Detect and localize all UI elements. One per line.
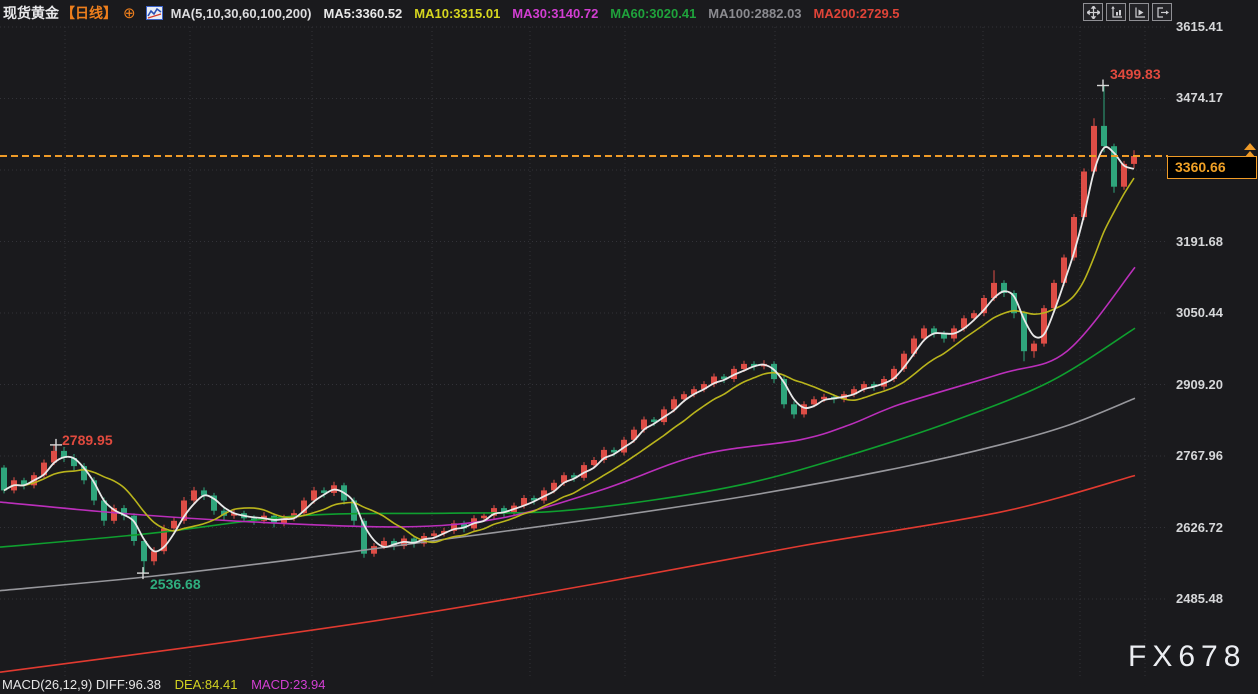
move-cross-icon — [1087, 6, 1100, 19]
peak-price-label: 2789.95 — [62, 432, 113, 448]
axis-play-icon — [1133, 6, 1146, 19]
chart-toolbar — [1083, 3, 1172, 21]
y-axis-label: 2909.20 — [1176, 377, 1223, 393]
high-price-label: 3499.83 — [1110, 66, 1161, 82]
chart-type-icon[interactable] — [146, 6, 163, 20]
ma5-value: MA5:3360.52 — [324, 6, 403, 21]
period-selector[interactable]: 【日线】 — [61, 3, 117, 23]
macd-footer: MACD(26,12,9) DIFF:96.38 DEA:84.41 MACD:… — [2, 677, 336, 692]
ma60-value: MA60:3020.41 — [610, 6, 696, 21]
ma30-value: MA30:3140.72 — [512, 6, 598, 21]
macd-value: MACD:23.94 — [251, 677, 325, 692]
y-axis-auto-scale-button[interactable] — [1106, 3, 1126, 21]
axis-up-arrow-icon — [1110, 6, 1123, 19]
ma200-value: MA200:2729.5 — [814, 6, 900, 21]
add-indicator-icon[interactable]: ⊕ — [123, 4, 136, 22]
ma10-value: MA10:3315.01 — [414, 6, 500, 21]
macd-params-diff: MACD(26,12,9) DIFF:96.38 — [2, 677, 161, 692]
fx678-watermark: FX678 — [1128, 640, 1246, 674]
y-axis-label: 3474.17 — [1176, 90, 1223, 106]
instrument-name: 现货黄金 — [3, 3, 59, 23]
y-axis-label: 3050.44 — [1176, 305, 1223, 321]
pan-tool-button[interactable] — [1083, 3, 1103, 21]
chart-header: 现货黄金 【日线】 ⊕ MA(5,10,30,60,100,200) MA5:3… — [0, 0, 1258, 26]
macd-dea: DEA:84.41 — [175, 677, 238, 692]
y-axis-label: 3191.68 — [1176, 234, 1223, 250]
ma-settings-label: MA(5,10,30,60,100,200) — [171, 6, 312, 21]
export-chart-button[interactable] — [1152, 3, 1172, 21]
ma100-value: MA100:2882.03 — [708, 6, 801, 21]
trough-price-label: 2536.68 — [150, 576, 201, 592]
y-axis-label: 2626.72 — [1176, 520, 1223, 536]
y-axis-label: 2767.96 — [1176, 448, 1223, 464]
arrow-out-of-box-icon — [1156, 6, 1169, 19]
y-axis-label: 2485.48 — [1176, 591, 1223, 607]
x-axis-scale-button[interactable] — [1129, 3, 1149, 21]
last-price-tag: 3360.66 — [1167, 156, 1257, 179]
